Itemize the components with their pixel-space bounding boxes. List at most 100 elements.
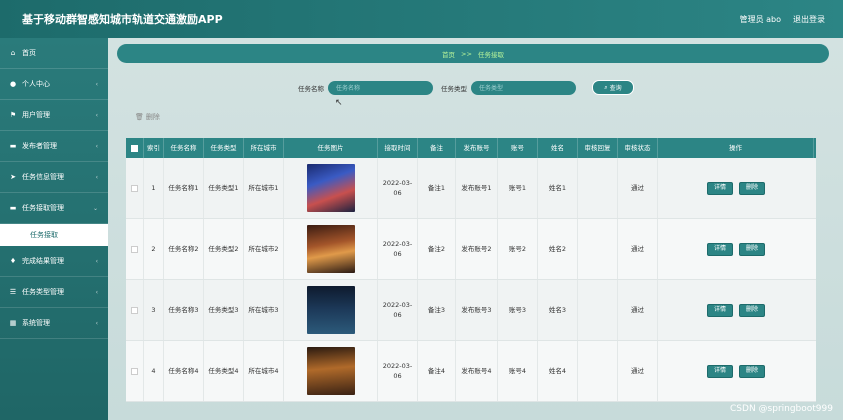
list-icon: ☰ — [9, 288, 17, 296]
sidebar-item-users[interactable]: ⚑ 用户管理 ‹ — [0, 100, 108, 131]
detail-button[interactable]: 详情 — [706, 364, 733, 378]
detail-button[interactable]: 详情 — [706, 303, 733, 317]
chevron-icon: ‹ — [95, 111, 98, 119]
cell-status: 通过 — [618, 341, 658, 401]
cell-status: 通过 — [618, 219, 658, 279]
task-type-label: 任务类型 — [441, 84, 467, 93]
cell-person: 姓名1 — [538, 158, 578, 218]
delete-button[interactable]: 删除 — [739, 303, 766, 317]
task-thumbnail — [306, 286, 355, 334]
home-icon: ⌂ — [10, 49, 16, 57]
detail-button[interactable]: 详情 — [706, 242, 733, 256]
doc-icon: ▬ — [9, 142, 17, 150]
sidebar-item-label: 用户管理 — [22, 111, 50, 119]
mouse-cursor-icon: ↖ — [335, 98, 343, 108]
row-select-cell — [126, 158, 144, 218]
pin-icon: ♦ — [9, 257, 17, 265]
cell-reply — [578, 219, 618, 279]
delete-button[interactable]: 删除 — [739, 242, 766, 256]
cell-person: 姓名4 — [538, 341, 578, 401]
row-select-cell — [126, 280, 144, 340]
cell-person: 姓名2 — [538, 219, 578, 279]
cell-name: 任务名称1 — [164, 158, 204, 218]
sidebar-item-label: 任务接取管理 — [22, 204, 64, 212]
breadcrumb-current: 任务接取 — [477, 50, 504, 59]
cell-type: 任务类型1 — [204, 158, 244, 218]
cell-reply — [578, 158, 618, 218]
sidebar-item-system[interactable]: ▦ 系统管理 ‹ — [0, 308, 108, 339]
app-title: 基于移动群智感知城市轨道交通激励APP — [22, 13, 223, 26]
row-checkbox[interactable] — [131, 245, 138, 253]
table-header: 索引 任务名称 任务类型 所在城市 任务图片 接取时间 备注 发布账号 账号 姓… — [126, 138, 816, 158]
top-right-menu: 管理员 abo 退出登录 — [740, 14, 825, 25]
search-bar: 任务名称 任务名称 任务类型 任务类型 ⌕ 查询 — [298, 80, 634, 95]
cell-account: 账号1 — [498, 158, 538, 218]
tasks-table: 索引 任务名称 任务类型 所在城市 任务图片 接取时间 备注 发布账号 账号 姓… — [126, 138, 816, 402]
sidebar-item-label: 完成结果管理 — [22, 257, 64, 265]
header-image: 任务图片 — [284, 138, 378, 158]
grid-icon: ▦ — [9, 319, 17, 327]
select-all-cell — [126, 138, 144, 158]
header-idx: 索引 — [144, 138, 164, 158]
sidebar-item-results[interactable]: ♦ 完成结果管理 ‹ — [0, 246, 108, 277]
cell-reply — [578, 280, 618, 340]
cell-publisher: 发布账号2 — [456, 219, 498, 279]
cell-time: 2022-03-06 — [378, 219, 418, 279]
cell-type: 任务类型4 — [204, 341, 244, 401]
task-type-input[interactable]: 任务类型 — [471, 80, 576, 95]
cell-actions: 详情 删除 — [658, 158, 814, 218]
cell-idx: 3 — [144, 280, 164, 340]
watermark: CSDN @springboot999 — [730, 404, 833, 414]
cell-account: 账号4 — [498, 341, 538, 401]
cell-publisher: 发布账号4 — [456, 341, 498, 401]
detail-button[interactable]: 详情 — [706, 181, 733, 195]
row-checkbox[interactable] — [131, 367, 138, 375]
delete-button[interactable]: 删除 — [739, 364, 766, 378]
row-checkbox[interactable] — [131, 184, 138, 192]
sidebar-item-task-accept[interactable]: ▬ 任务接取管理 ⌄ — [0, 193, 108, 224]
cell-actions: 详情 删除 — [658, 341, 814, 401]
chevron-icon: ‹ — [95, 257, 98, 265]
trash-icon: 🗑 — [135, 113, 144, 121]
cell-name: 任务名称4 — [164, 341, 204, 401]
task-thumbnail — [306, 164, 355, 212]
search-icon: ⌕ — [604, 83, 608, 91]
header-time: 接取时间 — [378, 138, 418, 158]
delete-button[interactable]: 删除 — [739, 181, 766, 195]
cell-publisher: 发布账号1 — [456, 158, 498, 218]
search-button-label: 查询 — [609, 85, 622, 92]
chevron-icon: ⌄ — [92, 204, 98, 212]
cell-status: 通过 — [618, 158, 658, 218]
row-checkbox[interactable] — [131, 306, 138, 314]
cell-time: 2022-03-06 — [378, 158, 418, 218]
top-bar: 基于移动群智感知城市轨道交通激励APP 管理员 abo 退出登录 — [0, 0, 843, 38]
header-status: 审核状态 — [618, 138, 658, 158]
sidebar-item-label: 任务信息管理 — [22, 173, 64, 181]
header-note: 备注 — [418, 138, 456, 158]
search-button[interactable]: ⌕ 查询 — [592, 80, 634, 95]
header-publisher: 发布账号 — [456, 138, 498, 158]
breadcrumb-home[interactable]: 首页 — [442, 49, 455, 59]
doc-icon: ▬ — [9, 204, 17, 212]
user-label[interactable]: 管理员 abo — [740, 14, 781, 25]
cell-idx: 1 — [144, 158, 164, 218]
table-row: 1 任务名称1 任务类型1 所在城市1 2022-03-06 备注1 发布账号1… — [126, 158, 816, 219]
table-row: 3 任务名称3 任务类型3 所在城市3 2022-03-06 备注3 发布账号3… — [126, 280, 816, 341]
task-name-input[interactable]: 任务名称 — [328, 80, 433, 95]
sidebar-item-label: 发布者管理 — [22, 142, 57, 150]
logout-link[interactable]: 退出登录 — [793, 14, 825, 25]
cell-idx: 4 — [144, 341, 164, 401]
sidebar-subitem-task-accept[interactable]: 任务接取 — [0, 224, 108, 246]
cell-image — [284, 219, 378, 279]
bulk-delete-button[interactable]: 🗑 删除 — [135, 112, 160, 122]
sidebar-item-label: 首页 — [22, 49, 36, 57]
sidebar-item-home[interactable]: ⌂ 首页 — [0, 38, 108, 69]
sidebar-item-personal[interactable]: ● 个人中心 ‹ — [0, 69, 108, 100]
sidebar-item-publishers[interactable]: ▬ 发布者管理 ‹ — [0, 131, 108, 162]
sidebar-item-task-info[interactable]: ➤ 任务信息管理 ‹ — [0, 162, 108, 193]
cell-note: 备注2 — [418, 219, 456, 279]
sidebar-item-task-types[interactable]: ☰ 任务类型管理 ‹ — [0, 277, 108, 308]
cell-note: 备注4 — [418, 341, 456, 401]
select-all-checkbox[interactable] — [131, 144, 138, 152]
cell-time: 2022-03-06 — [378, 280, 418, 340]
